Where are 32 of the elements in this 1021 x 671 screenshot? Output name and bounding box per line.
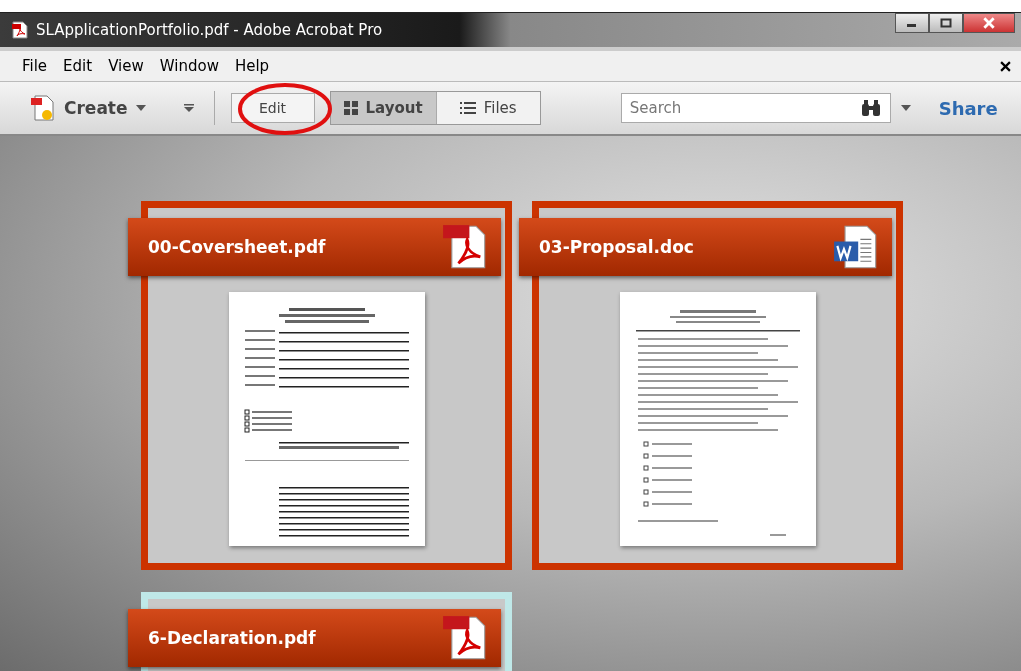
close-icon[interactable] (1000, 60, 1011, 72)
pdf-file-icon (443, 615, 487, 661)
create-button[interactable]: Create (30, 93, 146, 123)
menu-item[interactable]: View (108, 57, 144, 75)
search-field[interactable]: Search (620, 93, 891, 123)
minimize-button[interactable] (895, 13, 929, 33)
edit-button[interactable]: Edit (230, 93, 315, 123)
overflow-menu-icon[interactable] (183, 103, 194, 113)
pdf-file-icon (12, 21, 28, 39)
close-icon (982, 17, 996, 29)
caret-icon[interactable] (900, 105, 911, 111)
view-tab[interactable]: Files (435, 92, 540, 124)
share-link[interactable]: Share (938, 97, 998, 119)
close-button[interactable] (963, 13, 1015, 33)
maximize-button[interactable] (929, 13, 963, 33)
menu-item[interactable]: Help (234, 57, 270, 75)
file-name: 6-Declaration.pdf (148, 628, 316, 648)
word-file-icon (834, 224, 878, 270)
grid-icon (343, 101, 358, 115)
view-tab[interactable]: Layout (330, 92, 436, 124)
binoculars-icon[interactable] (860, 99, 881, 117)
menu-item[interactable]: Window (159, 57, 219, 75)
document-star-icon (30, 93, 56, 123)
maximize-icon (940, 18, 952, 28)
list-icon (459, 101, 476, 115)
menu-item[interactable]: File (22, 57, 48, 75)
file-name: 00-Coversheet.pdf (148, 237, 326, 257)
file-name: 03-Proposal.doc (539, 237, 694, 257)
caret-icon (135, 105, 146, 111)
pdf-file-icon (443, 224, 487, 270)
window-title: SLApplicationPortfolio.pdf - Adobe Acrobat Pro (36, 21, 384, 39)
menu-item[interactable]: Edit (63, 57, 93, 75)
